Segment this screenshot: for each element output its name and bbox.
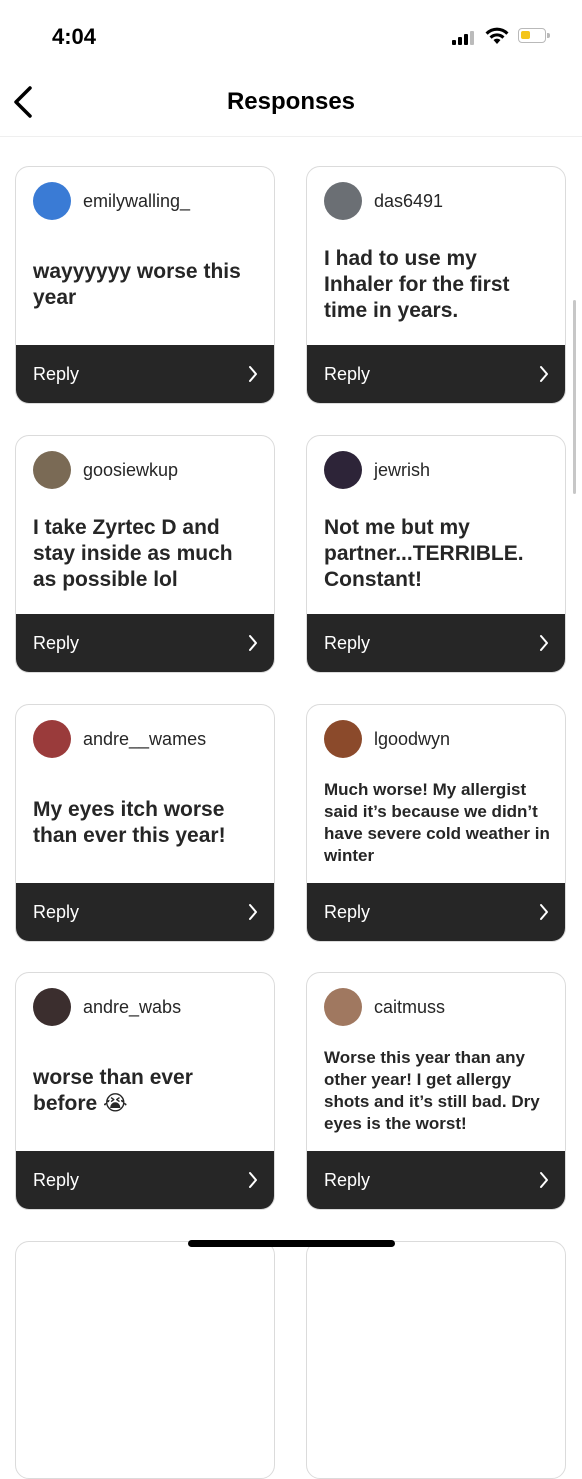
- username[interactable]: emilywalling_: [83, 191, 190, 212]
- reply-button[interactable]: Reply: [16, 883, 274, 941]
- nav-header: Responses: [0, 70, 582, 137]
- response-card: andre__wames My eyes itch worse than eve…: [15, 704, 275, 942]
- response-card: andre_wabs worse than ever before 😭 Repl…: [15, 972, 275, 1210]
- avatar[interactable]: [33, 988, 71, 1026]
- avatar[interactable]: [324, 182, 362, 220]
- reply-label: Reply: [324, 364, 371, 384]
- chevron-right-icon: [249, 366, 257, 382]
- response-card: goosiewkup I take Zyrtec D and stay insi…: [15, 435, 275, 673]
- username[interactable]: caitmuss: [374, 997, 445, 1018]
- reply-button[interactable]: Reply: [307, 883, 565, 941]
- status-time: 4:04: [52, 24, 97, 49]
- response-text: worse than ever before 😭: [33, 1066, 193, 1115]
- response-card: jewrish Not me but my partner...TERRIBLE…: [306, 435, 566, 673]
- reply-button[interactable]: Reply: [307, 1151, 565, 1209]
- chevron-right-icon: [540, 635, 548, 651]
- response-card: lgoodwyn Much worse! My allergist said i…: [306, 704, 566, 942]
- scrollbar[interactable]: [573, 300, 576, 494]
- card-user: jewrish: [324, 450, 430, 490]
- chevron-right-icon: [540, 904, 548, 920]
- reply-button[interactable]: Reply: [16, 345, 274, 403]
- battery-icon: [518, 28, 550, 43]
- response-card: emilywalling_ wayyyyyy worse this year R…: [15, 166, 275, 404]
- response-text: wayyyyyy worse this year: [33, 260, 241, 309]
- response-text: I had to use my Inhaler for the first ti…: [324, 247, 510, 322]
- reply-button[interactable]: Reply: [16, 1151, 274, 1209]
- avatar[interactable]: [33, 451, 71, 489]
- chevron-right-icon: [540, 1172, 548, 1188]
- card-user: emilywalling_: [33, 181, 190, 221]
- avatar[interactable]: [33, 182, 71, 220]
- username[interactable]: das6491: [374, 191, 443, 212]
- avatar[interactable]: [33, 720, 71, 758]
- chevron-right-icon: [249, 904, 257, 920]
- username[interactable]: jewrish: [374, 460, 430, 481]
- cellular-signal-icon: [452, 31, 476, 45]
- card-user: lgoodwyn: [324, 719, 450, 759]
- reply-label: Reply: [324, 1170, 371, 1190]
- card-user: das6491: [324, 181, 443, 221]
- reply-label: Reply: [33, 364, 80, 384]
- reply-label: Reply: [324, 633, 371, 653]
- reply-button[interactable]: Reply: [16, 614, 274, 672]
- avatar[interactable]: [324, 451, 362, 489]
- home-indicator[interactable]: [188, 1240, 395, 1247]
- username[interactable]: andre_wabs: [83, 997, 181, 1018]
- username[interactable]: goosiewkup: [83, 460, 178, 481]
- username[interactable]: lgoodwyn: [374, 729, 450, 750]
- card-user: goosiewkup: [33, 450, 178, 490]
- reply-label: Reply: [33, 1170, 80, 1190]
- response-text: Much worse! My allergist said it’s becau…: [324, 780, 550, 865]
- card-user: caitmuss: [324, 987, 445, 1027]
- reply-label: Reply: [33, 902, 80, 922]
- wifi-icon: [485, 27, 509, 44]
- avatar[interactable]: [324, 720, 362, 758]
- avatar[interactable]: [324, 988, 362, 1026]
- reply-button[interactable]: Reply: [307, 614, 565, 672]
- response-text: Not me but my partner...TERRIBLE. Consta…: [324, 516, 524, 591]
- response-card: [15, 1241, 275, 1479]
- response-card: das6491 I had to use my Inhaler for the …: [306, 166, 566, 404]
- chevron-right-icon: [540, 366, 548, 382]
- response-text: I take Zyrtec D and stay inside as much …: [33, 516, 233, 591]
- response-card: [306, 1241, 566, 1479]
- card-user: andre__wames: [33, 719, 206, 759]
- username[interactable]: andre__wames: [83, 729, 206, 750]
- reply-label: Reply: [324, 902, 371, 922]
- status-bar: 4:04: [0, 0, 582, 70]
- response-text: Worse this year than any other year! I g…: [324, 1048, 540, 1133]
- reply-button[interactable]: Reply: [307, 345, 565, 403]
- page-title: Responses: [226, 88, 356, 115]
- chevron-right-icon: [249, 635, 257, 651]
- response-card: caitmuss Worse this year than any other …: [306, 972, 566, 1210]
- response-text: My eyes itch worse than ever this year!: [33, 798, 226, 847]
- card-user: andre_wabs: [33, 987, 181, 1027]
- reply-label: Reply: [33, 633, 80, 653]
- chevron-right-icon: [249, 1172, 257, 1188]
